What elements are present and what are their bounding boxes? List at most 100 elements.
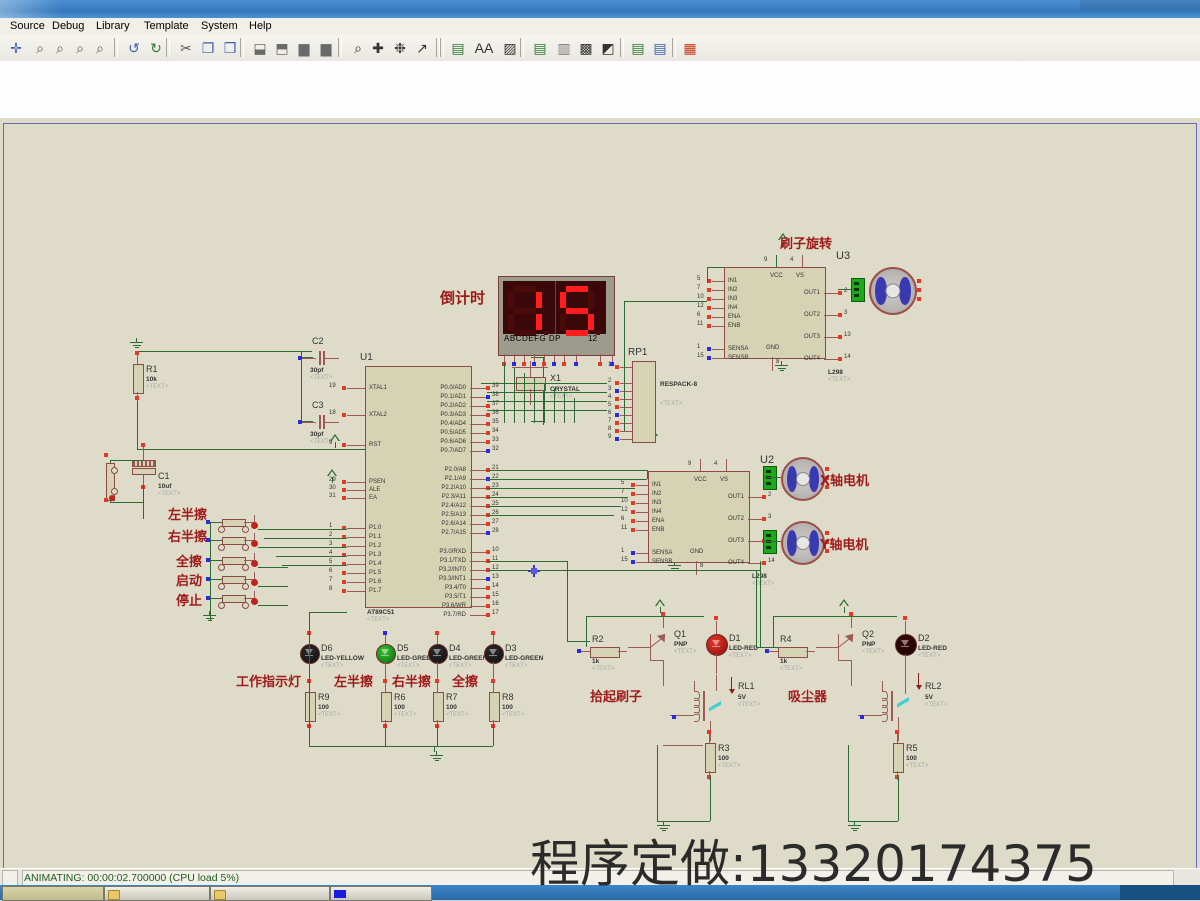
lead[interactable] <box>618 651 627 652</box>
wire[interactable] <box>210 540 222 541</box>
bill-of-materials-icon[interactable]: ▤ <box>530 38 550 58</box>
led-d4-value[interactable]: LED-GREEN <box>449 655 487 662</box>
mcu-part[interactable]: AT89C51 <box>367 609 394 616</box>
mcu-pinnum-17[interactable]: 17 <box>492 610 499 617</box>
mcu-pin-xtal2[interactable]: XTAL2 <box>369 412 387 419</box>
pin-terminal[interactable] <box>895 730 899 734</box>
respack-pinnum-2[interactable]: 2 <box>608 378 611 385</box>
annotation-brush-rotate[interactable]: 刷子旋转 <box>780 233 832 252</box>
transistor-base-lead[interactable] <box>816 647 838 648</box>
lead[interactable] <box>709 734 710 743</box>
pin-lead[interactable] <box>470 606 486 607</box>
resistor-r9-value[interactable]: 100 <box>318 704 329 711</box>
resistor-r4[interactable] <box>778 647 808 658</box>
capacitor-c1-ref[interactable]: C1 <box>158 472 170 481</box>
wire[interactable] <box>487 488 635 489</box>
resistor-r2[interactable] <box>590 647 620 658</box>
wire[interactable] <box>710 775 711 821</box>
pin-terminal[interactable] <box>672 715 676 719</box>
lead[interactable] <box>385 683 386 692</box>
motor-brush-terminal[interactable] <box>917 297 921 301</box>
ground-symbol-leds[interactable] <box>430 751 444 761</box>
wire[interactable] <box>487 392 607 393</box>
switch-button[interactable] <box>251 540 258 547</box>
crystal-x1[interactable] <box>516 377 546 391</box>
mcu-pin-p00ad0[interactable]: P0.0/AD0 <box>440 385 466 392</box>
mcu-pin-p07ad7[interactable]: P0.7/AD7 <box>440 448 466 455</box>
driver-u2-pinnum-5[interactable]: 5 <box>621 480 624 487</box>
pin-terminal[interactable] <box>838 357 842 361</box>
crystal-x1-ref[interactable]: X1 <box>550 374 561 383</box>
led-d3-symbol[interactable] <box>489 649 497 657</box>
wire[interactable] <box>210 560 222 561</box>
mcu-pinnum-27[interactable]: 27 <box>492 519 499 526</box>
driver-u3-pinnum-1[interactable]: 1 <box>697 344 700 351</box>
wire[interactable] <box>763 477 781 478</box>
pin-lead[interactable] <box>470 524 486 525</box>
lead[interactable] <box>254 533 255 541</box>
pin-lead[interactable] <box>347 591 365 592</box>
display-pin[interactable] <box>562 362 566 366</box>
pin-lead[interactable] <box>385 635 386 644</box>
pin-lead[interactable] <box>524 354 525 362</box>
driver-u3-pinnum-10[interactable]: 10 <box>697 294 704 301</box>
driver-u2-pin-in3[interactable]: IN3 <box>652 500 661 507</box>
annotation-led-wipe-all[interactable]: 全擦 <box>452 671 478 690</box>
pin-lead[interactable] <box>470 424 486 425</box>
driver-u2-pinnum-3[interactable]: 3 <box>768 514 771 521</box>
wire[interactable] <box>756 570 757 647</box>
driver-u3-text[interactable]: <TEXT> <box>828 377 850 384</box>
redo-icon[interactable]: ↻ <box>146 38 166 58</box>
mcu-pinnum-13[interactable]: 13 <box>492 574 499 581</box>
resistor-r3-text[interactable]: <TEXT> <box>718 763 740 770</box>
pin-terminal[interactable] <box>765 649 769 653</box>
zoom-fit-icon[interactable]: ⌕ <box>70 38 90 58</box>
segment-c-digit-ones[interactable] <box>588 314 594 330</box>
mcu-pin-p02ad2[interactable]: P0.2/AD2 <box>440 403 466 410</box>
pin-terminal[interactable] <box>707 297 711 301</box>
wire-segment-bus[interactable] <box>524 373 525 423</box>
block-delete-icon[interactable]: ▆ <box>316 38 336 58</box>
motor-y-axis[interactable] <box>781 521 825 565</box>
wire-q2-top[interactable] <box>773 616 897 617</box>
led-d5-symbol[interactable] <box>381 649 389 657</box>
transistor-base-lead[interactable] <box>628 647 650 648</box>
mcu-pin-p31txd[interactable]: P3.1/TXD <box>440 558 466 565</box>
lead[interactable] <box>663 745 703 746</box>
driver-u2-pin-enb[interactable]: ENB <box>652 527 664 534</box>
lead[interactable] <box>254 553 255 561</box>
resistor-r6-value[interactable]: 100 <box>394 704 405 711</box>
display-pin-labels-2[interactable]: 12 <box>588 334 597 343</box>
lead[interactable] <box>694 681 695 691</box>
relay-rl1-contact[interactable] <box>709 691 721 721</box>
pin-terminal[interactable] <box>838 335 842 339</box>
annotation-stop[interactable]: 停止 <box>176 590 202 609</box>
driver-u3-pin-out4[interactable]: OUT4 <box>804 356 820 363</box>
pin-lead[interactable] <box>470 561 486 562</box>
transistor-collector[interactable] <box>663 616 664 628</box>
pin-lead[interactable] <box>824 359 838 360</box>
wire[interactable] <box>487 479 647 480</box>
annotation-y-axis-motor[interactable]: Y轴电机 <box>820 534 868 553</box>
pin-lead[interactable] <box>470 415 486 416</box>
led-d5-ref[interactable]: D5 <box>397 644 409 653</box>
relay-rl2-coil[interactable] <box>882 691 890 722</box>
led-d6-value[interactable]: LED-YELLOW <box>321 655 364 662</box>
lead[interactable] <box>137 355 138 364</box>
driver-u2-pinnum-2[interactable]: 2 <box>768 492 771 499</box>
netlist-icon[interactable]: ▤ <box>448 38 468 58</box>
relay-arrow[interactable] <box>916 673 922 691</box>
respack-pinnum-9[interactable]: 9 <box>608 434 611 441</box>
pin-lead[interactable] <box>620 415 632 416</box>
pin-lead[interactable] <box>636 562 648 563</box>
driver-u3-pin-in4[interactable]: IN4 <box>728 305 737 312</box>
motor-brush[interactable] <box>869 267 917 315</box>
pin-lead[interactable] <box>470 488 486 489</box>
mcu-pin-p34t0[interactable]: P3.4/T0 <box>445 585 466 592</box>
wire-segment-bus[interactable] <box>564 393 565 423</box>
wire-segment-bus[interactable] <box>554 388 555 423</box>
pin-lead[interactable] <box>504 354 505 362</box>
resistor-r3-ref[interactable]: R3 <box>718 744 730 753</box>
lead[interactable] <box>254 572 255 580</box>
driver-u3-pin-gnd[interactable]: GND <box>766 345 779 352</box>
